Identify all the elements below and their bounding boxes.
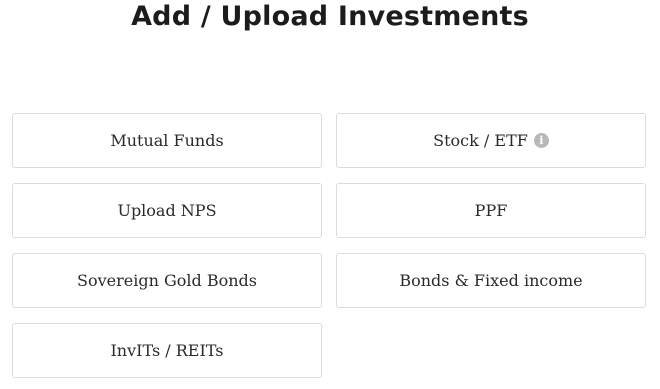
- option-mutual-funds[interactable]: Mutual Funds: [12, 113, 322, 168]
- add-investments-page: Add / Upload Investments Mutual Funds St…: [0, 0, 660, 389]
- option-stock-etf[interactable]: Stock / ETF i: [336, 113, 646, 168]
- option-label: PPF: [474, 201, 508, 220]
- option-label: InvITs / REITs: [110, 341, 224, 360]
- option-label: Sovereign Gold Bonds: [77, 271, 257, 290]
- option-ppf[interactable]: PPF: [336, 183, 646, 238]
- option-sovereign-gold-bonds[interactable]: Sovereign Gold Bonds: [12, 253, 322, 308]
- option-label: Mutual Funds: [110, 131, 224, 150]
- option-bonds-fixed-income[interactable]: Bonds & Fixed income: [336, 253, 646, 308]
- page-title: Add / Upload Investments: [131, 1, 529, 32]
- option-invits-reits[interactable]: InvITs / REITs: [12, 323, 322, 378]
- info-icon[interactable]: i: [533, 133, 549, 148]
- option-label: Upload NPS: [117, 201, 217, 220]
- option-label: Bonds & Fixed income: [399, 271, 583, 290]
- option-upload-nps[interactable]: Upload NPS: [12, 183, 322, 238]
- investment-options-grid: Mutual Funds Stock / ETF i Upload NPS PP…: [12, 113, 648, 378]
- option-label: Stock / ETF: [433, 131, 528, 150]
